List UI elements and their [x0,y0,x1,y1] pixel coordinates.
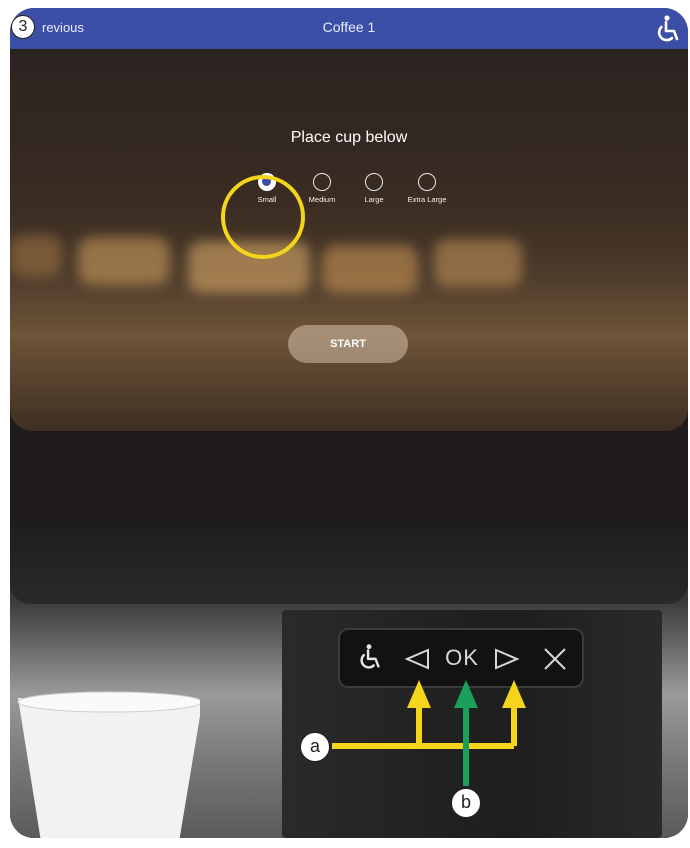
ok-button[interactable]: OK [438,644,486,672]
size-option-extra-large[interactable]: Extra Large [395,173,459,204]
wheelchair-icon[interactable] [650,13,682,45]
wheelchair-icon[interactable] [354,642,384,672]
radio-icon[interactable] [418,173,436,191]
step-badge: 3 [11,15,35,39]
callout-a: a [300,732,330,762]
screen-bezel [10,520,688,604]
right-arrow-icon[interactable] [494,648,520,670]
title-bar: revious Coffee 1 [10,8,688,49]
cup-size-options: Small Medium Large Extra Large [10,173,688,213]
place-cup-heading: Place cup below [290,129,408,146]
start-button[interactable]: START [288,325,408,363]
close-icon[interactable] [542,646,568,672]
left-arrow-icon[interactable] [404,648,430,670]
background-bokeh [434,239,522,287]
radio-icon[interactable] [313,173,331,191]
radio-icon[interactable] [365,173,383,191]
background-bokeh [10,235,62,277]
paper-cup-image [17,691,200,838]
background-bokeh [322,245,418,293]
callout-b: b [451,788,481,818]
yellow-highlight-circle [221,175,305,259]
page-title: Coffee 1 [322,19,376,35]
size-label: Extra Large [407,195,447,204]
device-frame: revious Coffee 1 Place cup below Small M… [10,8,688,838]
background-bokeh [78,237,170,285]
coffee-screen: Place cup below Small Medium Large Extra… [10,49,688,431]
physical-button-bar: OK [338,628,584,688]
